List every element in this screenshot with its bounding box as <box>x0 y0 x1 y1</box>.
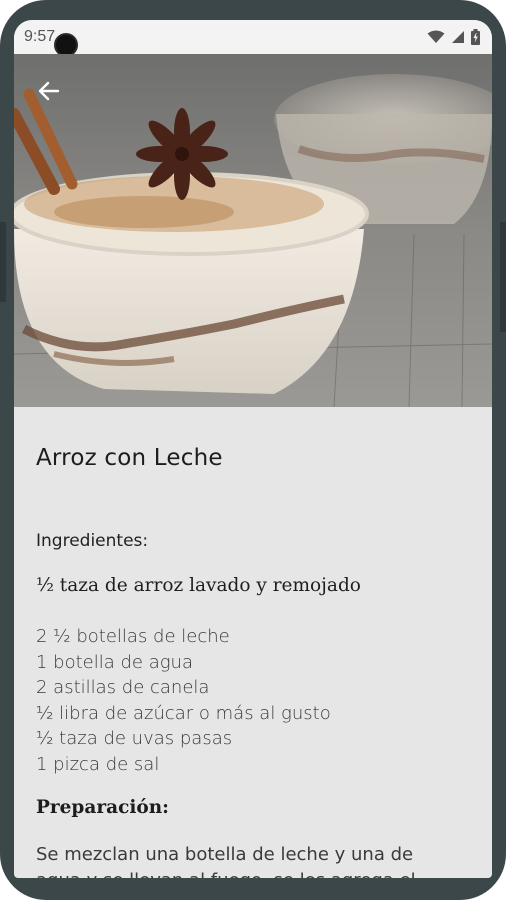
back-button[interactable] <box>34 76 64 106</box>
device-frame: 9:57 Arroz con Leche Ingredientes: ½ taz… <box>0 0 506 900</box>
ingredient-item: ½ libra de azúcar o más al gusto <box>36 702 331 724</box>
signal-icon <box>452 31 464 43</box>
battery-icon <box>471 29 480 45</box>
hero-photo <box>14 54 492 407</box>
ingredient-item: 1 pizca de sal <box>36 753 160 775</box>
status-icons <box>427 29 480 45</box>
ingredients-heading: Ingredientes: <box>36 531 149 551</box>
ingredients-list: 2 ½ botellas de leche 1 botella de agua … <box>36 624 331 777</box>
ingredient-item: 2 ½ botellas de leche <box>36 626 230 647</box>
ingredient-item: 2 astillas de canela <box>36 677 210 698</box>
recipe-title: Arroz con Leche <box>36 445 223 471</box>
power-button <box>500 222 506 332</box>
preparation-text: Se mezclan una botella de leche y una de… <box>36 844 416 878</box>
status-time: 9:57 <box>24 28 56 45</box>
ingredient-item: ½ taza de uvas pasas <box>36 728 233 749</box>
volume-button <box>0 222 6 302</box>
app-screen: 9:57 Arroz con Leche Ingredientes: ½ taz… <box>14 20 492 878</box>
wifi-icon <box>427 30 445 43</box>
preparation-heading: Preparación: <box>36 797 169 818</box>
arrow-left-icon <box>38 81 60 101</box>
recipe-content: Arroz con Leche Ingredientes: ½ taza de … <box>14 407 492 878</box>
status-bar: 9:57 <box>14 20 492 54</box>
ingredient-item: 1 botella de agua <box>36 651 193 673</box>
recipe-hero-image <box>14 54 492 407</box>
ingredient-item: ½ taza de arroz lavado y remojado <box>36 575 361 596</box>
